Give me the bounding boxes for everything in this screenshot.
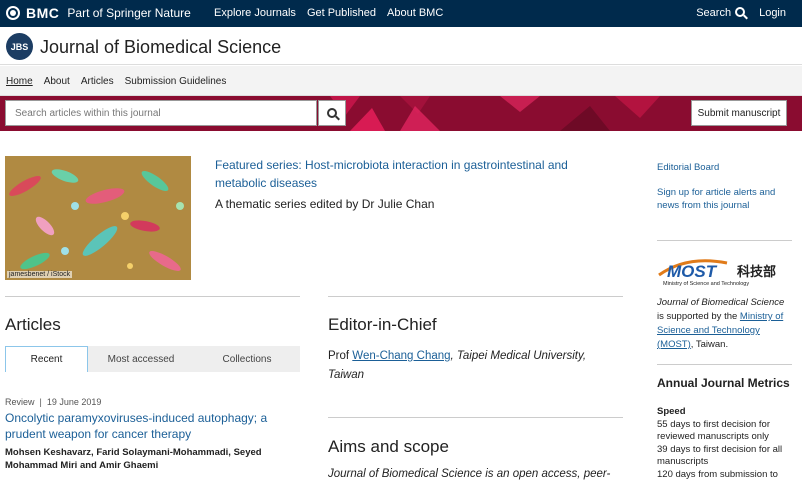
tab-most-accessed[interactable]: Most accessed [88,346,194,372]
most-support-text: Journal of Biomedical Science is support… [657,296,792,352]
aims-heading: Aims and scope [328,437,449,457]
most-logo-sub: Ministry of Science and Technology [663,281,749,287]
top-search-label: Search [696,7,731,19]
top-right-actions: Search Login [696,7,786,19]
bmc-brand: BMC [26,5,59,21]
bacteria-illustration [5,156,191,280]
nav-get-published[interactable]: Get Published [307,7,376,19]
article-alerts-link[interactable]: Sign up for article alerts and news from… [657,186,792,212]
nav-about-bmc[interactable]: About BMC [387,7,443,19]
bmc-logo[interactable]: BMC Part of Springer Nature [6,5,191,21]
tab-collections[interactable]: Collections [194,346,300,372]
most-journal-name: Journal of Biomedical Science [657,297,784,308]
image-credit: jamesbenet / iStock [7,271,72,278]
search-icon [735,7,745,17]
featured-image[interactable]: jamesbenet / iStock [5,156,191,280]
journal-nav-submission-guidelines[interactable]: Submission Guidelines [125,76,227,87]
speed-line: 120 days from submission to [657,469,797,481]
featured-subtitle: A thematic series edited by Dr Julie Cha… [215,197,434,211]
bmc-logo-icon [6,6,20,20]
submit-manuscript-button[interactable]: Submit manuscript [691,100,787,126]
article-authors: Mohsen Keshavarz, Farid Solaymani-Mohamm… [5,446,295,472]
springer-nature-label: Part of Springer Nature [67,6,190,20]
article-type: Review [5,397,35,407]
journal-header: JBS Journal of Biomedical Science [0,27,802,65]
speed-line: 55 days to first decision for reviewed m… [657,419,797,444]
most-logo[interactable]: MOST 科技部 Ministry of Science and Technol… [657,253,787,287]
metrics-speed: Speed 55 days to first decision for revi… [657,406,797,481]
journal-nav-home[interactable]: Home [6,76,33,87]
articles-divider [5,296,300,297]
journal-nav-about[interactable]: About [44,76,70,87]
top-search-link[interactable]: Search [696,7,745,19]
most-logo-text: MOST [667,262,718,281]
sidebar-divider [657,240,792,241]
editor-name-link[interactable]: Wen-Chang Chang [352,350,450,362]
articles-tabs: Recent Most accessed Collections [5,346,300,372]
editor-prefix: Prof [328,350,349,362]
speed-heading: Speed [657,406,797,419]
editorial-board-link[interactable]: Editorial Board [657,161,792,174]
journal-search-input[interactable]: Search articles within this journal [5,100,317,126]
speed-line: 39 days to first decision for all manusc… [657,444,797,469]
login-link[interactable]: Login [759,7,786,19]
editor-divider [328,296,623,297]
tab-recent[interactable]: Recent [5,346,88,372]
meta-separator: | [37,397,44,407]
sidebar-divider [657,364,792,365]
journal-nav: Home About Articles Submission Guideline… [0,66,802,96]
journal-title[interactable]: Journal of Biomedical Science [40,37,281,58]
most-logo-cn: 科技部 [737,264,776,280]
editor-heading: Editor-in-Chief [328,315,437,335]
articles-heading: Articles [5,315,61,335]
top-nav: Explore Journals Get Published About BMC [214,7,443,19]
metrics-heading: Annual Journal Metrics [657,376,790,390]
journal-search-button[interactable] [318,100,346,126]
aims-text: Journal of Biomedical Science is an open… [328,468,618,480]
article-title-link[interactable]: Oncolytic paramyxoviruses-induced autoph… [5,410,295,442]
search-icon [327,108,337,118]
editor-info: Prof Wen-Chang Chang, Taipei Medical Uni… [328,347,618,385]
aims-divider [328,417,623,418]
nav-explore-journals[interactable]: Explore Journals [214,7,296,19]
search-band: Search articles within this journal Subm… [0,96,802,131]
most-logo-graphic: MOST 科技部 Ministry of Science and Technol… [657,253,787,287]
article-meta: Review | 19 June 2019 [5,397,101,407]
most-supported-label: is supported by the [657,311,737,322]
journal-nav-articles[interactable]: Articles [81,76,114,87]
article-date: 19 June 2019 [47,397,102,407]
most-tail: , Taiwan. [691,339,728,350]
top-bar: BMC Part of Springer Nature Explore Jour… [0,0,802,27]
featured-series-link[interactable]: Featured series: Host-microbiota interac… [215,156,585,192]
journal-logo[interactable]: JBS [6,33,33,60]
